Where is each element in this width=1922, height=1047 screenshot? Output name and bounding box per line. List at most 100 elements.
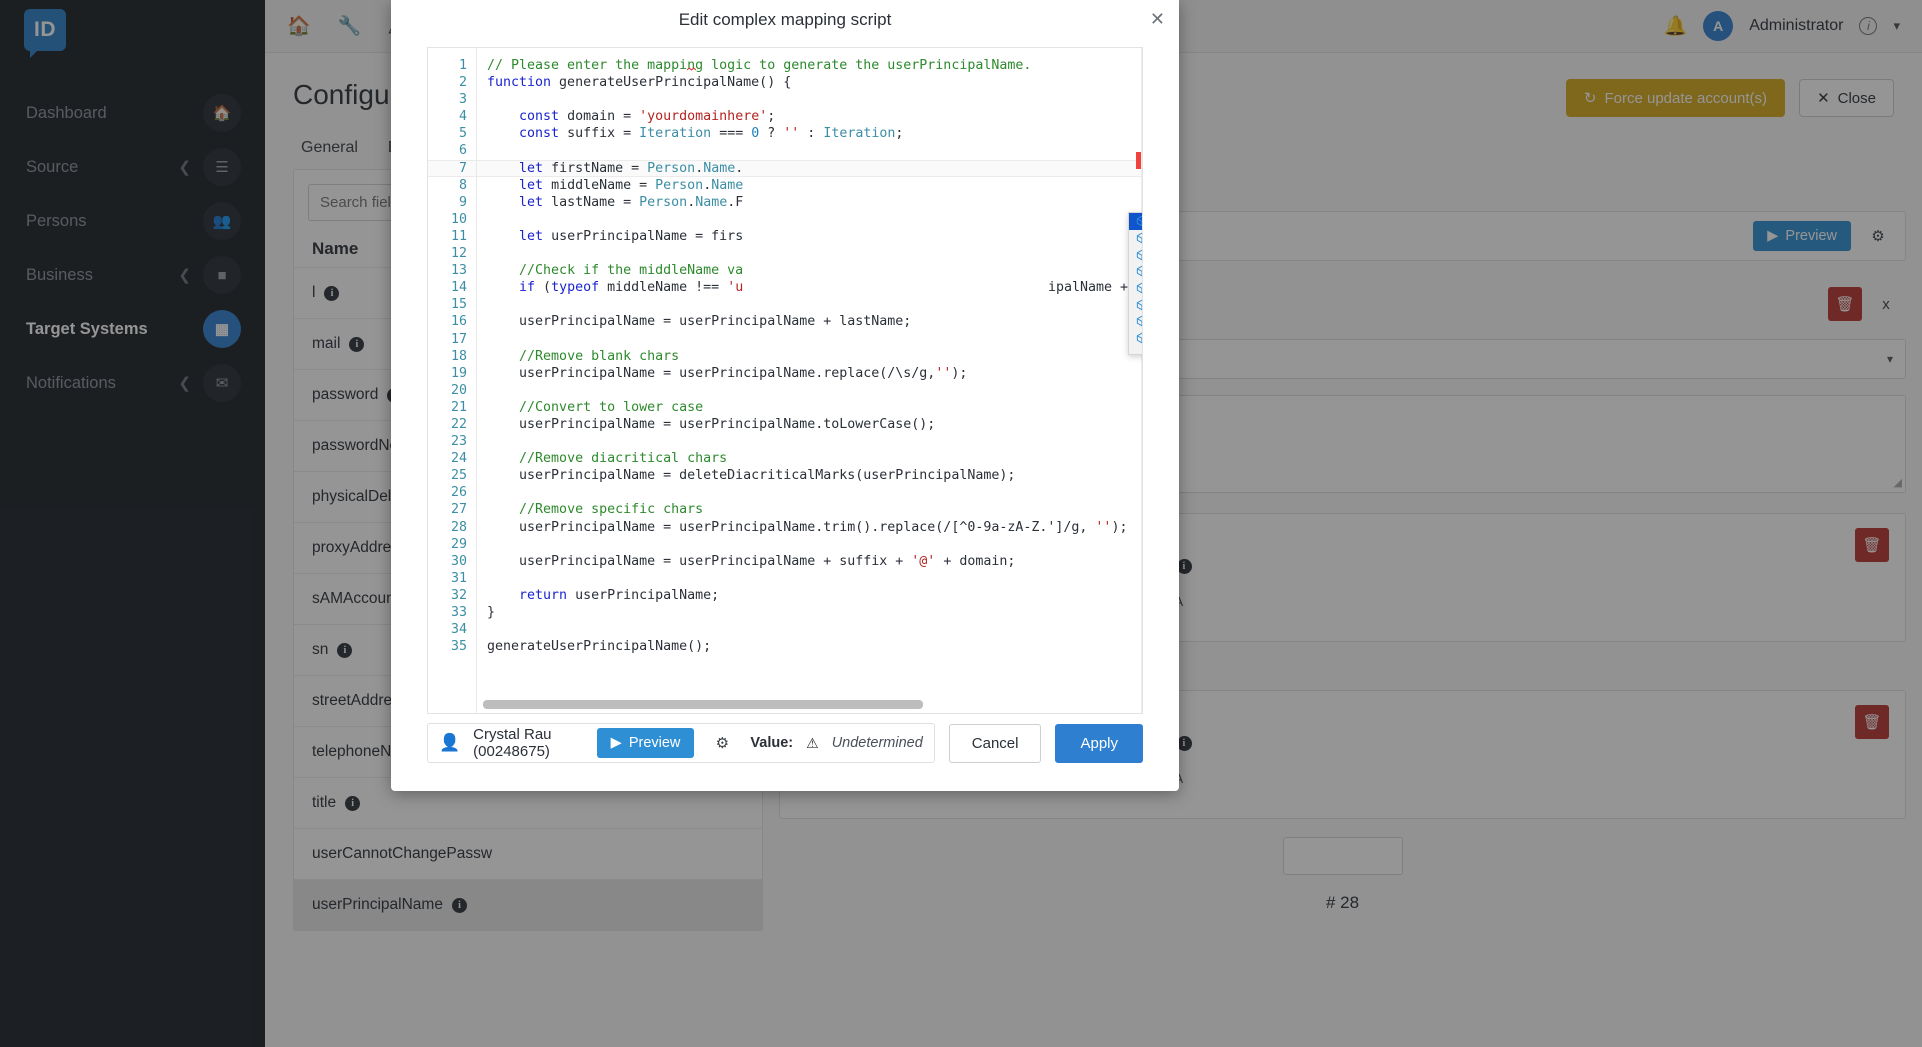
autocomplete-item[interactable]: FamilyNameValueHelloID — [1129, 213, 1142, 230]
code-token: . — [735, 160, 744, 176]
code-line[interactable]: let userPrincipalName = firs — [477, 228, 1142, 245]
code-line[interactable]: const domain = 'yourdomainhere'; — [477, 108, 1142, 125]
line-number: 9 — [458, 194, 467, 210]
code-line[interactable] — [477, 433, 1142, 450]
autocomplete-item[interactable]: ConventionValueHelloID — [1129, 246, 1142, 263]
horizontal-scrollbar[interactable] — [483, 700, 923, 709]
line-number: 31 — [450, 570, 467, 586]
cube-icon — [1136, 266, 1142, 277]
code-line[interactable]: userPrincipalName = userPrincipalName.to… — [477, 416, 1142, 433]
line-number: 29 — [450, 536, 467, 552]
autocomplete-popup[interactable]: FamilyNameValueHelloIDFamilyNamePrefixVa… — [1128, 212, 1142, 355]
warning-icon: ⚠ — [806, 734, 819, 751]
code-line[interactable]: } — [477, 604, 1142, 621]
code-line[interactable]: //Remove diacritical chars — [477, 450, 1142, 467]
code-line[interactable] — [477, 331, 1142, 348]
code-token: ? — [759, 126, 784, 142]
code-line[interactable]: userPrincipalName = userPrincipalName + … — [477, 313, 1142, 330]
autocomplete-item[interactable]: FamilyNamePartnerValueHelloID — [1129, 263, 1142, 280]
line-number: 30 — [450, 553, 467, 569]
preview-toolbar: 👤 Crystal Rau (00248675) ▶ Preview ⚙ Valu… — [427, 723, 935, 763]
edit-mapping-script-dialog: Edit complex mapping script ✕ 1234567891… — [391, 0, 1179, 791]
line-number: 8 — [458, 177, 467, 193]
line-number: 32 — [450, 587, 467, 603]
apply-button[interactable]: Apply — [1055, 723, 1143, 763]
code-line[interactable] — [477, 536, 1142, 553]
code-line[interactable]: function generateUserPrincipalName() { — [477, 74, 1142, 91]
code-line[interactable]: return userPrincipalName; — [477, 587, 1142, 604]
code-line[interactable]: let lastName = Person.Name.F — [477, 194, 1142, 211]
code-token: '' — [935, 365, 952, 381]
code-token: function — [487, 75, 552, 91]
code-line[interactable] — [477, 621, 1142, 638]
code-line[interactable]: let firstName = Person.Name. — [477, 159, 1142, 177]
code-token: Name — [695, 194, 728, 210]
code-line[interactable]: userPrincipalName = deleteDiacriticalMar… — [477, 467, 1142, 484]
code-token: // Please enter the mapping logic to gen… — [487, 58, 1032, 73]
code-token: .F — [727, 194, 744, 210]
code-token: userPrincipalName = firs — [543, 228, 744, 244]
code-line[interactable]: if (typeof middleName !== 'u ipalName + — [477, 279, 1142, 296]
code-line[interactable] — [477, 211, 1142, 228]
code-line[interactable]: userPrincipalName = userPrincipalName.tr… — [477, 519, 1142, 536]
cube-icon — [1136, 299, 1142, 311]
autocomplete-item[interactable]: NickNameValueHelloID — [1129, 330, 1142, 347]
cube-icon — [1136, 215, 1142, 227]
code-line[interactable]: userPrincipalName = userPrincipalName + … — [477, 553, 1142, 570]
code-editor[interactable]: 1 2 3 4 5 6 7 8 9 10 11 12 13 14 15 16 17 18 19 20 21 22 23 24 2… — [428, 48, 1142, 713]
code-token: ; — [895, 126, 904, 142]
code-line[interactable] — [477, 484, 1142, 501]
code-line[interactable] — [477, 382, 1142, 399]
code-editor-container[interactable]: 1 2 3 4 5 6 7 8 9 10 11 12 13 14 15 16 17 18 19 20 21 22 23 24 2… — [427, 47, 1143, 714]
code-token: Person — [639, 194, 688, 210]
code-token: //Convert to lower case — [519, 399, 704, 415]
code-line[interactable] — [477, 142, 1142, 159]
code-token: if — [519, 280, 536, 296]
code-token: . — [703, 177, 712, 193]
code-line[interactable] — [477, 245, 1142, 262]
code-line[interactable]: // Please enter the mapping logic to gen… — [477, 57, 1142, 74]
code-token: firstName = — [543, 160, 648, 176]
code-line[interactable]: userPrincipalName = userPrincipalName.re… — [477, 365, 1142, 382]
code-token: Name — [703, 160, 736, 176]
code-line[interactable]: //Convert to lower case — [477, 399, 1142, 416]
cube-icon — [1136, 249, 1142, 261]
code-token: ); — [1111, 519, 1128, 535]
code-line[interactable]: //Remove blank chars — [477, 348, 1142, 365]
code-line[interactable]: let middleName = Person.Name — [477, 177, 1142, 194]
code-token: Name — [711, 177, 744, 193]
dialog-footer: 👤 Crystal Rau (00248675) ▶ Preview ⚙ Valu… — [427, 723, 1143, 763]
line-number: 20 — [450, 382, 467, 398]
code-lines[interactable]: // Please enter the mapping logic to gen… — [476, 48, 1142, 713]
close-icon[interactable]: ✕ — [1150, 10, 1165, 28]
code-line[interactable] — [477, 570, 1142, 587]
code-line[interactable]: //Remove specific chars — [477, 501, 1142, 518]
line-number: 12 — [450, 246, 467, 262]
autocomplete-item[interactable]: FamilyNamePrefixValueHelloID — [1129, 230, 1142, 247]
line-number: 3 — [458, 92, 467, 108]
code-token: middleName = — [543, 177, 656, 193]
gear-icon[interactable]: ⚙ — [707, 728, 737, 758]
line-number: 18 — [450, 348, 467, 364]
autocomplete-item[interactable]: InitialsValueHelloID — [1129, 313, 1142, 330]
code-token: //Check if the middleName va — [519, 263, 744, 279]
code-line[interactable] — [477, 91, 1142, 108]
code-line[interactable]: generateUserPrincipalName(); — [477, 638, 1142, 655]
code-line[interactable] — [477, 296, 1142, 313]
code-line[interactable]: //Check if the middleName va — [477, 262, 1142, 279]
value-text: Undetermined — [831, 735, 923, 751]
line-number: 34 — [450, 622, 467, 638]
code-token: Person — [655, 177, 704, 193]
line-number: 25 — [450, 468, 467, 484]
autocomplete-item[interactable]: GivenNameValueHelloID — [1129, 296, 1142, 313]
cancel-button[interactable]: Cancel — [948, 723, 1042, 763]
line-number: 5 — [458, 126, 467, 142]
preview-button[interactable]: ▶ Preview — [596, 728, 695, 758]
code-token: } — [487, 605, 496, 620]
cube-icon — [1136, 316, 1142, 327]
code-line[interactable]: const suffix = Iteration === 0 ? '' : It… — [477, 125, 1142, 142]
line-number: 1 — [458, 58, 467, 73]
autocomplete-item[interactable]: FamilyNamePartnerPrefixValueHelloID — [1129, 280, 1142, 297]
